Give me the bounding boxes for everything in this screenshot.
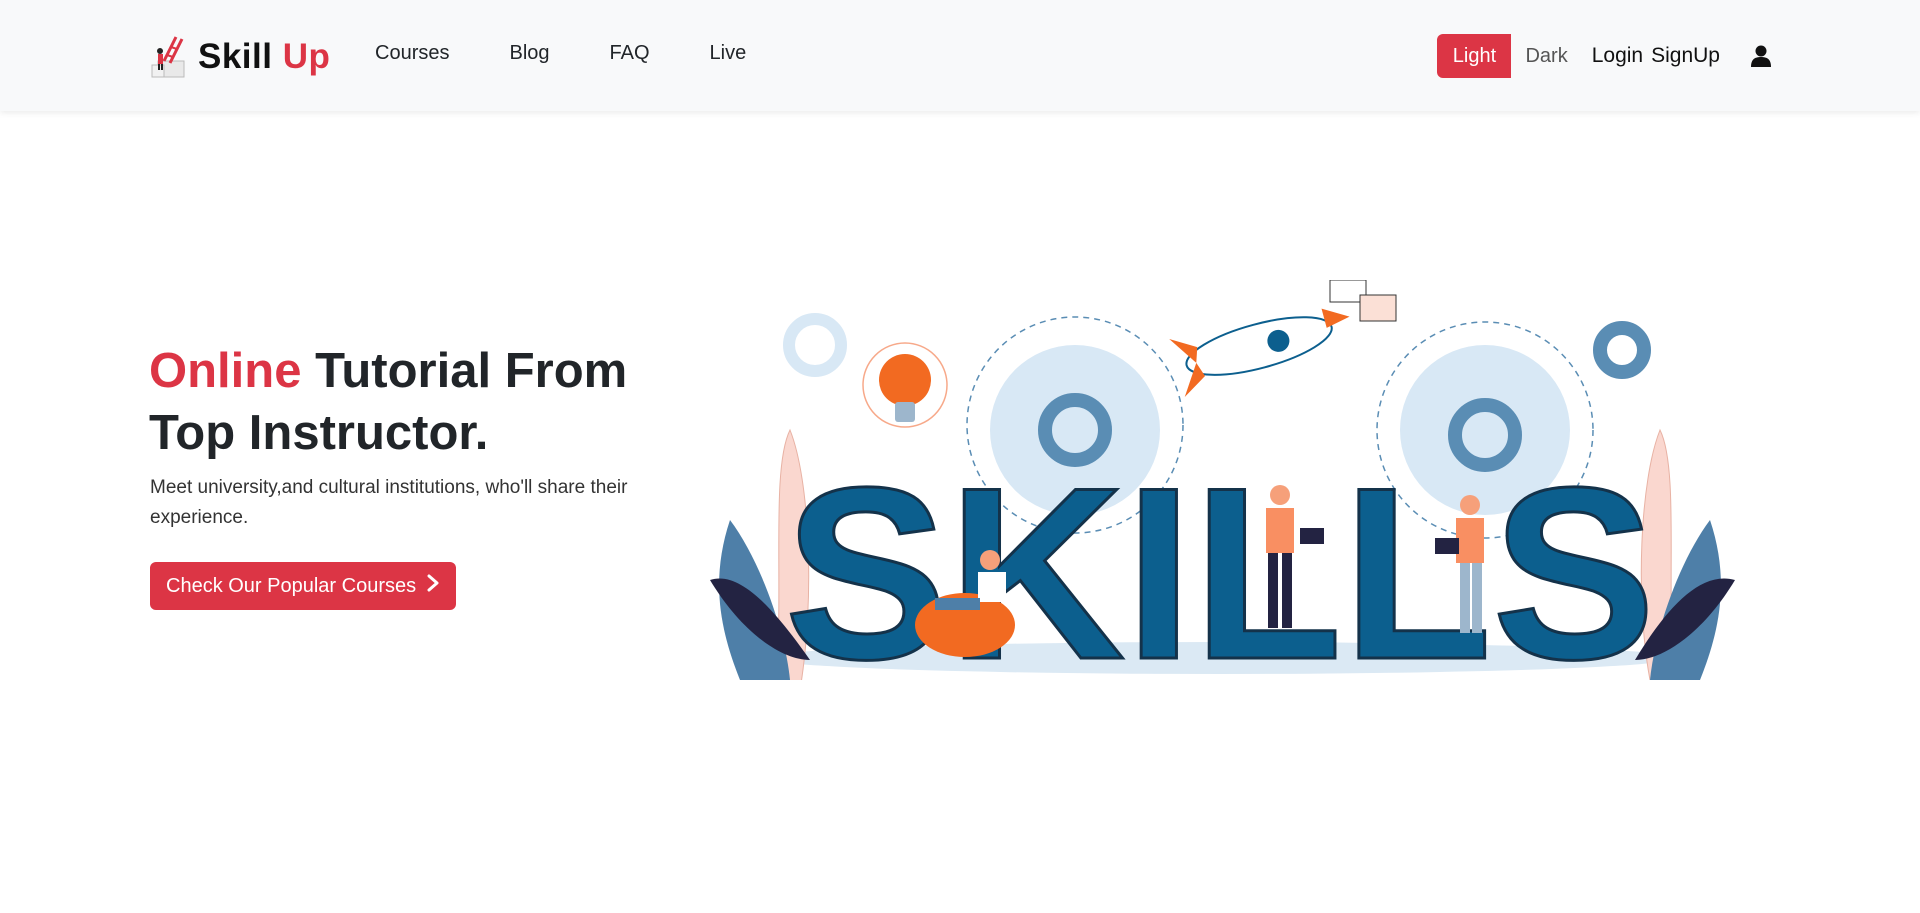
nav-right-tools: Light Dark Login SignUp — [1437, 34, 1772, 78]
signup-link[interactable]: SignUp — [1651, 44, 1720, 68]
skills-word: SKILLS — [784, 436, 1655, 680]
skills-illustration: SKILLS — [700, 279, 1740, 712]
dark-mode-button[interactable]: Dark — [1511, 34, 1581, 78]
login-link[interactable]: Login — [1592, 44, 1643, 68]
navbar: Skill Up Courses Blog FAQ Live Light Dar… — [0, 0, 1920, 111]
hero-title: Online Tutorial From Top Instructor. — [149, 340, 709, 464]
nav-link-faq[interactable]: FAQ — [610, 42, 650, 65]
popular-courses-button[interactable]: Check Our Popular Courses — [150, 562, 457, 610]
nav-link-blog[interactable]: Blog — [509, 42, 549, 65]
light-mode-button[interactable]: Light — [1437, 34, 1512, 78]
nav-link-courses[interactable]: Courses — [375, 42, 449, 65]
hero-title-accent: Online — [149, 344, 302, 398]
chevron-right-icon — [426, 574, 440, 598]
nav-link-live[interactable]: Live — [710, 42, 747, 65]
brand-name: Skill Up — [198, 37, 331, 76]
brand-logo[interactable]: Skill Up — [148, 32, 330, 82]
hero-subtitle: Meet university,and cultural institution… — [150, 477, 628, 528]
main-nav: Courses Blog FAQ Live — [375, 42, 806, 65]
cta-label: Check Our Popular Courses — [166, 574, 417, 597]
user-icon[interactable] — [1750, 44, 1772, 68]
ladder-person-icon — [148, 31, 190, 84]
